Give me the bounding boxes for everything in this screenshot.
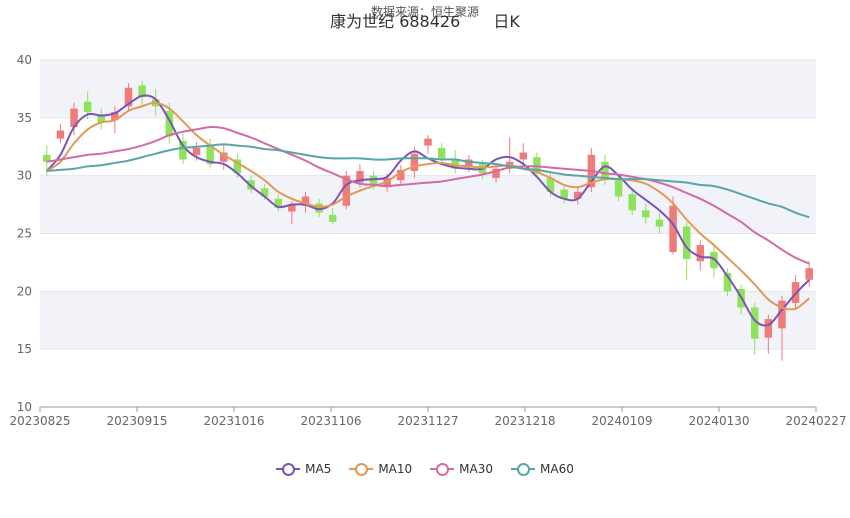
x-tick-label: 20240130: [688, 414, 749, 428]
y-tick-label: 10: [17, 400, 32, 414]
x-tick-label: 20231127: [397, 414, 458, 428]
x-tick-label: 20231218: [494, 414, 555, 428]
legend-item-ma60[interactable]: MA60: [511, 462, 574, 476]
x-tick-label: 20231106: [300, 414, 361, 428]
candle-body: [83, 101, 92, 113]
candle-body: [642, 210, 650, 218]
y-tick-label: 25: [17, 227, 32, 241]
candle-body: [628, 194, 636, 211]
legend-swatch-ma5: [276, 463, 301, 476]
candle-body: [696, 245, 705, 262]
y-tick-label: 40: [17, 53, 32, 67]
legend-swatch-ma60: [511, 463, 536, 476]
x-tick-label: 20240109: [591, 414, 652, 428]
x-axis: 20230825 20230915 20231016 20231106 20231127…: [9, 406, 847, 428]
candle-body: [437, 147, 446, 159]
legend-label-ma5: MA5: [305, 462, 332, 476]
candle-body: [179, 140, 187, 160]
candle: [342, 171, 351, 210]
candle-body: [601, 161, 609, 178]
band: [40, 60, 816, 118]
x-tick-label: 20230915: [106, 414, 167, 428]
y-tick-label: 30: [17, 169, 32, 183]
legend-item-ma10[interactable]: MA10: [349, 462, 412, 476]
legend-label-ma30: MA30: [459, 462, 494, 476]
candle: [424, 135, 432, 154]
candle-body: [805, 268, 813, 280]
candle: [437, 143, 446, 165]
candle: [451, 150, 459, 174]
band: [40, 291, 816, 350]
kline-chart: 10152025303540 20230825 20230915 20231016 2…: [9, 53, 847, 428]
legend-swatch-ma30: [430, 463, 455, 476]
candle-body: [192, 147, 201, 155]
candle: [56, 123, 65, 144]
candle-body: [519, 152, 528, 160]
y-tick-label: 20: [17, 284, 32, 298]
candle-body: [328, 214, 337, 222]
candle-body: [424, 138, 432, 146]
legend-label-ma10: MA10: [378, 462, 413, 476]
y-tick-label: 35: [17, 111, 32, 125]
legend-item-ma5[interactable]: MA5: [276, 462, 331, 476]
candle-body: [410, 153, 419, 172]
x-tick-label: 20231016: [203, 414, 264, 428]
legend: MA5 MA10 MA30 MA60: [0, 462, 850, 476]
y-axis: 10 15 20 25 30 35 40: [17, 53, 32, 414]
candle-body: [655, 219, 664, 227]
candle-body: [614, 180, 623, 197]
legend-item-ma30[interactable]: MA30: [430, 462, 493, 476]
legend-swatch-ma10: [349, 463, 374, 476]
y-tick-label: 15: [17, 342, 32, 356]
x-tick-label: 20230825: [9, 414, 70, 428]
x-tick-label: 20240227: [785, 414, 846, 428]
candle-body: [56, 130, 65, 139]
legend-label-ma60: MA60: [540, 462, 574, 476]
